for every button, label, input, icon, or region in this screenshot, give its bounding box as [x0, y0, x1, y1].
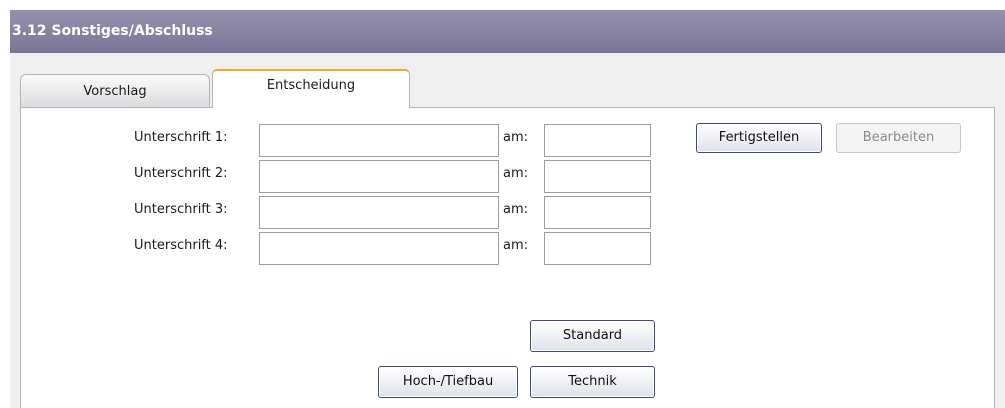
signature-4-label: Unterschrift 4:	[134, 238, 228, 253]
signature-3-date-input[interactable]	[544, 196, 651, 229]
tab-entscheidung[interactable]: Entscheidung	[212, 69, 410, 108]
signature-4-date-input[interactable]	[544, 232, 651, 265]
signature-3-label: Unterschrift 3:	[134, 202, 228, 217]
signature-1-date-input[interactable]	[544, 124, 651, 157]
signature-1-date-label: am:	[503, 130, 529, 145]
signature-2-input[interactable]	[259, 160, 499, 193]
dialog-window: 3.12 Sonstiges/Abschluss Vorschlag Entsc…	[10, 10, 1005, 408]
signature-1-label: Unterschrift 1:	[134, 130, 228, 145]
signature-1-input[interactable]	[259, 124, 499, 157]
signature-3-date-label: am:	[503, 202, 529, 217]
finish-button[interactable]: Fertigstellen	[696, 123, 822, 153]
edit-button[interactable]: Bearbeiten	[836, 123, 961, 153]
signature-4-date-label: am:	[503, 238, 529, 253]
standard-button[interactable]: Standard	[530, 320, 655, 352]
technik-button[interactable]: Technik	[530, 366, 655, 398]
signature-2-label: Unterschrift 2:	[134, 166, 228, 181]
signature-2-date-label: am:	[503, 166, 529, 181]
tab-vorschlag[interactable]: Vorschlag	[20, 74, 210, 107]
hochtiefbau-button[interactable]: Hoch-/Tiefbau	[378, 366, 518, 398]
signature-4-input[interactable]	[259, 232, 499, 265]
signature-3-input[interactable]	[259, 196, 499, 229]
signature-2-date-input[interactable]	[544, 160, 651, 193]
window-title: 3.12 Sonstiges/Abschluss	[10, 10, 1005, 53]
